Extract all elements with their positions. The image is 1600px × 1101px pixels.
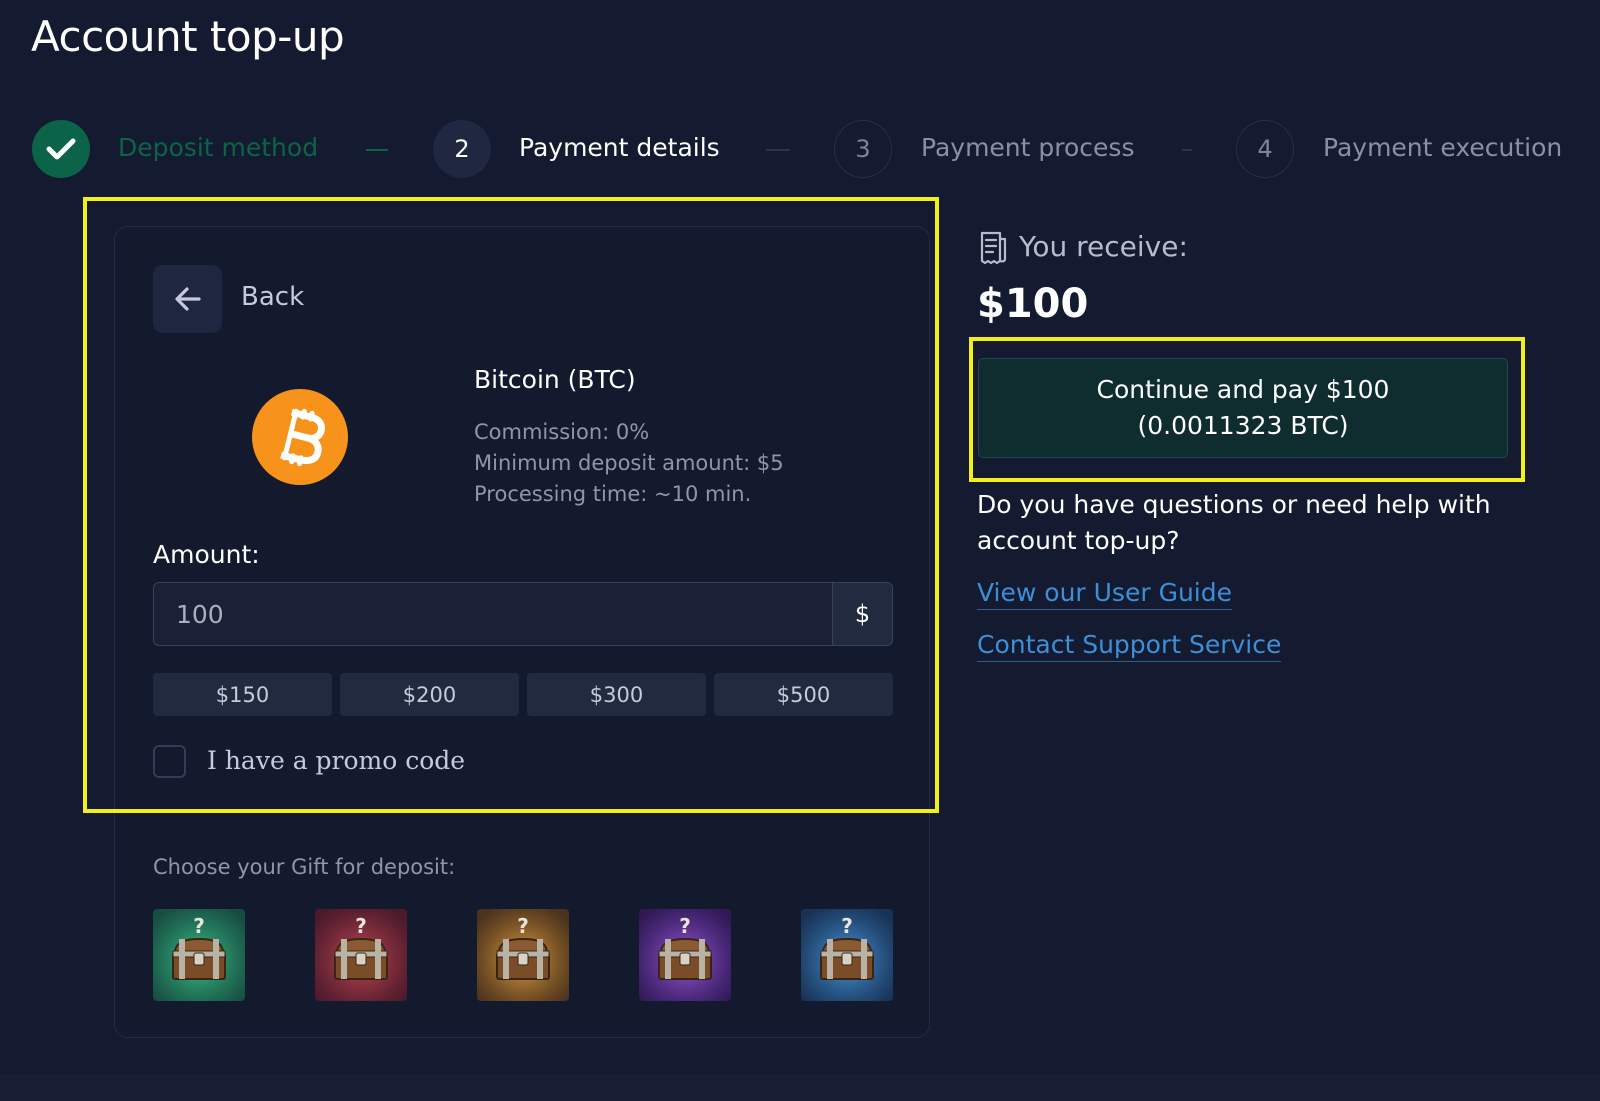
promo-code-label[interactable]: I have a promo code <box>207 746 465 775</box>
step-2-circle: 2 <box>433 120 491 178</box>
step-divider <box>766 149 790 151</box>
gift-box-red[interactable]: ? <box>315 909 407 1001</box>
help-text: Do you have questions or need help with … <box>977 490 1491 556</box>
svg-text:?: ? <box>355 914 367 938</box>
page-title: Account top-up <box>31 12 345 61</box>
svg-text:?: ? <box>517 914 529 938</box>
step-3-circle: 3 <box>834 120 892 178</box>
min-deposit-text: Minimum deposit amount: $5 <box>474 451 784 475</box>
gift-box-purple[interactable]: ? <box>639 909 731 1001</box>
treasure-chest-icon: ? <box>153 909 245 1001</box>
step-1-circle <box>32 120 90 178</box>
svg-text:?: ? <box>193 914 205 938</box>
step-4-label: Payment execution <box>1323 133 1563 162</box>
pay-button-amount: Continue and pay $100 <box>1096 374 1390 404</box>
step-1-label: Deposit method <box>118 133 319 162</box>
treasure-chest-icon: ? <box>477 909 569 1001</box>
preset-amount-button[interactable]: $500 <box>714 673 893 716</box>
bitcoin-icon <box>252 389 348 485</box>
continue-pay-button[interactable]: Continue and pay $100 (0.0011323 BTC) <box>978 358 1508 458</box>
checkmark-icon <box>46 138 76 160</box>
back-label[interactable]: Back <box>241 282 304 312</box>
processing-time-text: Processing time: ~10 min. <box>474 482 752 506</box>
treasure-chest-icon: ? <box>639 909 731 1001</box>
step-2-label: Payment details <box>519 133 720 162</box>
amount-field: $ <box>153 582 893 646</box>
pay-button-btc-amount: (0.0011323 BTC) <box>1137 411 1349 440</box>
arrow-left-icon <box>174 287 201 311</box>
back-button[interactable] <box>153 265 222 333</box>
gift-box-gold[interactable]: ? <box>477 909 569 1001</box>
currency-addon: $ <box>832 583 892 645</box>
amount-input[interactable] <box>154 583 832 645</box>
gift-box-green[interactable]: ? <box>153 909 245 1001</box>
stepper: Deposit method 2 Payment details 3 Payme… <box>0 120 1600 182</box>
bottom-strip <box>0 1075 1600 1101</box>
preset-amount-button[interactable]: $150 <box>153 673 332 716</box>
treasure-chest-icon: ? <box>315 909 407 1001</box>
receive-amount: $100 <box>977 281 1089 327</box>
receipt-icon <box>980 231 1007 265</box>
gift-label: Choose your Gift for deposit: <box>153 855 456 879</box>
amount-label: Amount: <box>153 540 260 569</box>
preset-amount-button[interactable]: $300 <box>527 673 706 716</box>
svg-text:?: ? <box>679 914 691 938</box>
step-4-circle: 4 <box>1236 120 1294 178</box>
preset-amount-button[interactable]: $200 <box>340 673 519 716</box>
contact-support-link[interactable]: Contact Support Service <box>977 630 1282 662</box>
step-divider <box>1182 149 1192 151</box>
step-divider <box>366 149 388 151</box>
commission-text: Commission: 0% <box>474 420 650 444</box>
gift-box-blue[interactable]: ? <box>801 909 893 1001</box>
svg-text:?: ? <box>841 914 853 938</box>
method-title: Bitcoin (BTC) <box>474 365 636 394</box>
user-guide-link[interactable]: View our User Guide <box>977 578 1232 610</box>
step-3-label: Payment process <box>921 133 1135 162</box>
treasure-chest-icon: ? <box>801 909 893 1001</box>
receive-label: You receive: <box>1019 230 1188 263</box>
promo-code-checkbox[interactable] <box>153 745 186 778</box>
